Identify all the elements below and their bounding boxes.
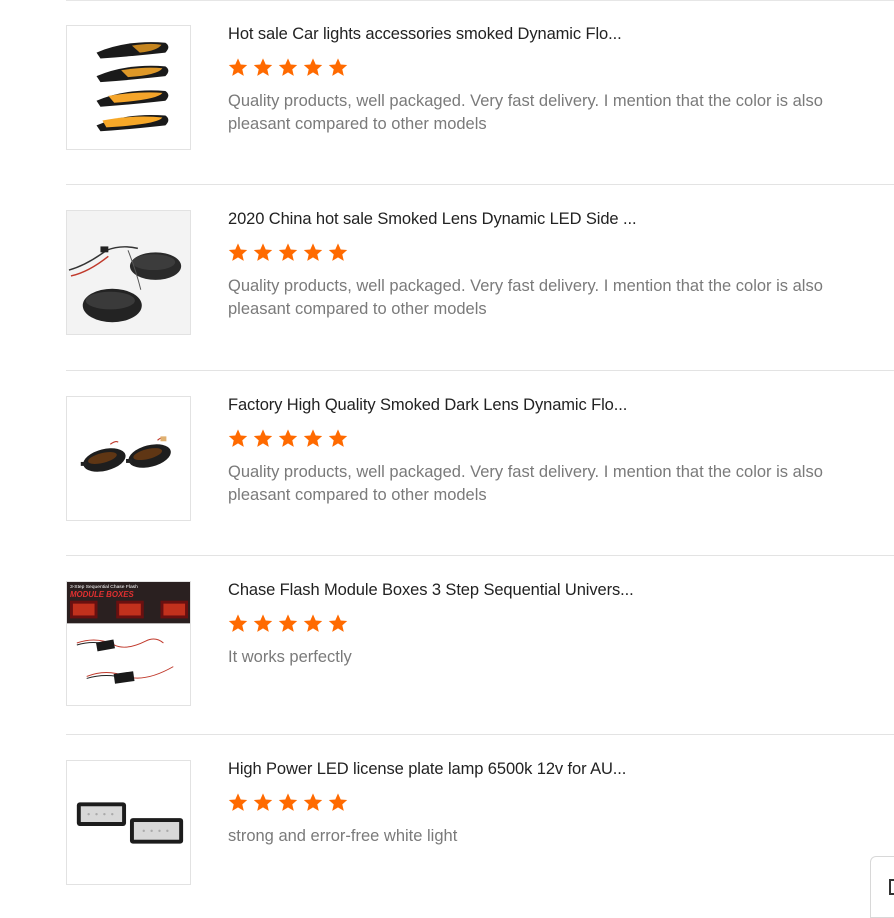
product-title[interactable]: 2020 China hot sale Smoked Lens Dynamic … <box>228 210 637 229</box>
star-icon <box>253 429 273 447</box>
product-thumbnail[interactable] <box>66 396 191 521</box>
product-thumbnail[interactable] <box>66 760 191 885</box>
dark-lens-side-lights-icon <box>80 436 171 472</box>
star-icon <box>328 429 348 447</box>
product-thumbnail[interactable] <box>66 25 191 150</box>
star-icon <box>278 614 298 632</box>
top-divider <box>66 0 894 1</box>
star-icon <box>328 58 348 76</box>
amber-side-marker-lights-icon <box>96 42 169 132</box>
star-icon <box>303 58 323 76</box>
star-icon <box>303 614 323 632</box>
star-icon <box>328 614 348 632</box>
star-rating <box>227 242 349 263</box>
review-text: Quality products, well packaged. Very fa… <box>228 277 823 318</box>
product-title[interactable]: Chase Flash Module Boxes 3 Step Sequenti… <box>228 581 634 600</box>
star-rating <box>227 613 349 634</box>
review-divider <box>66 370 894 371</box>
star-rating <box>227 428 349 449</box>
product-thumbnail[interactable] <box>66 210 191 335</box>
star-icon <box>228 429 248 447</box>
floating-chat-button[interactable] <box>870 856 894 918</box>
chat-icon <box>889 879 894 895</box>
review-divider <box>66 734 894 735</box>
star-icon <box>253 243 273 261</box>
star-icon <box>303 793 323 811</box>
license-plate-lamps-icon <box>76 802 184 844</box>
star-rating <box>227 57 349 78</box>
star-icon <box>328 793 348 811</box>
review-text: strong and error-free white light <box>228 827 458 845</box>
star-icon <box>278 793 298 811</box>
star-icon <box>278 58 298 76</box>
smoked-oval-side-lights-icon <box>67 211 190 334</box>
module-boxes-icon: 3-Step Sequential Chase Flash MODULE BOX… <box>67 582 190 684</box>
star-icon <box>228 243 248 261</box>
product-title[interactable]: High Power LED license plate lamp 6500k … <box>228 760 626 779</box>
product-thumbnail[interactable]: 3-Step Sequential Chase Flash MODULE BOX… <box>66 581 191 706</box>
product-title[interactable]: Hot sale Car lights accessories smoked D… <box>228 25 622 44</box>
star-icon <box>228 614 248 632</box>
star-icon <box>228 58 248 76</box>
star-icon <box>278 243 298 261</box>
review-divider <box>66 555 894 556</box>
star-icon <box>278 429 298 447</box>
review-text: Quality products, well packaged. Very fa… <box>228 92 823 133</box>
review-text: It works perfectly <box>228 648 352 666</box>
review-text: Quality products, well packaged. Very fa… <box>228 463 823 504</box>
star-icon <box>303 429 323 447</box>
star-icon <box>253 58 273 76</box>
image-caption: MODULE BOXES <box>70 590 135 599</box>
review-divider <box>66 184 894 185</box>
star-icon <box>253 614 273 632</box>
product-title[interactable]: Factory High Quality Smoked Dark Lens Dy… <box>228 396 627 415</box>
star-icon <box>328 243 348 261</box>
star-rating <box>227 792 349 813</box>
star-icon <box>228 793 248 811</box>
star-icon <box>253 793 273 811</box>
star-icon <box>303 243 323 261</box>
